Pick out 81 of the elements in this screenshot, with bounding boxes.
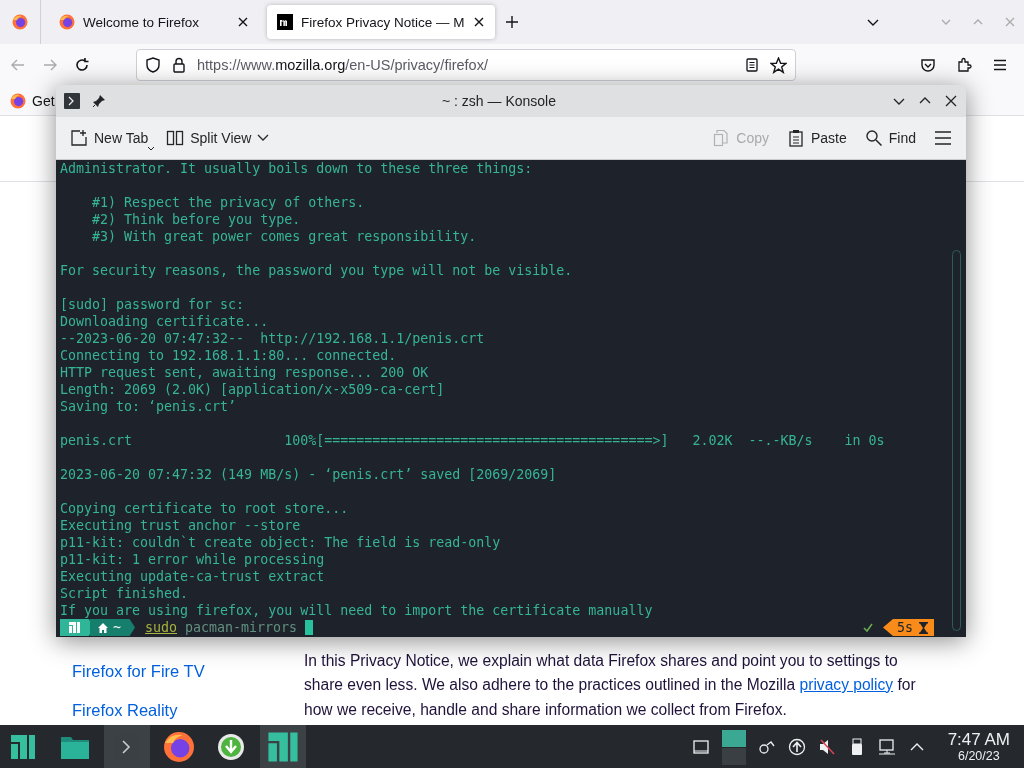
new-tab-icon: [70, 129, 88, 147]
firefox-icon: [10, 92, 26, 109]
hourglass-icon: [919, 621, 928, 634]
terminal-line: HTTP request sent, awaiting response... 200 OK: [60, 364, 430, 381]
terminal-line: Copying certificate to root store...: [60, 500, 350, 517]
lock-icon[interactable]: [171, 57, 187, 73]
bookmark-link[interactable]: Get: [32, 92, 55, 109]
find-button[interactable]: Find: [858, 125, 922, 151]
privacy-policy-link[interactable]: privacy policy: [799, 676, 894, 693]
command-text: sudo: [145, 619, 178, 636]
terminal-line: Saving to: ‘penis.crt’: [60, 398, 238, 415]
clock-time[interactable]: 7:47 AM: [947, 730, 1010, 749]
close-icon[interactable]: [237, 16, 249, 28]
terminal-line: Length: 2069 (2.0K) [application/x-x509-ca-cert]: [60, 381, 446, 398]
terminal-line: Executing trust anchor --store: [60, 517, 302, 534]
menu-icon[interactable]: [992, 57, 1008, 73]
logo-icon[interactable]: [9, 732, 37, 761]
terminal-line: Script finished.: [60, 585, 190, 602]
muted-speaker-icon[interactable]: [817, 737, 836, 756]
terminal-line: 2023-06-20 07:47:32 (149 MB/s) - ‘penis.crt’ saved [2069/2069]: [60, 466, 558, 483]
terminal-line: #3) With great power comes great responsibility.: [91, 228, 478, 245]
pocket-icon[interactable]: [920, 57, 936, 73]
terminal-line: p11-kit: 1 error while processing: [60, 551, 326, 568]
tile-icon[interactable]: [721, 727, 746, 766]
terminal-line: Downloading certificate...: [60, 313, 270, 330]
firefox-icon: [12, 14, 28, 30]
privacy-paragraph: In this Privacy Notice, we explain what data Firefox shares and point you to settings to share even less. We also adhere to the practices outlined in the Mozilla privacy policy for how we receive, handle and share information we collect from Firefox.: [304, 650, 917, 720]
pin-icon[interactable]: [92, 94, 106, 108]
shield-icon[interactable]: [145, 57, 161, 73]
firefox-icon[interactable]: [163, 730, 195, 763]
window-title: ~ : zsh — Konsole: [441, 93, 557, 109]
firefox-icon: [59, 14, 75, 30]
copy-icon: [712, 129, 731, 147]
sidebar-link[interactable]: Firefox for Fire TV: [72, 659, 304, 683]
check-icon: [863, 622, 873, 633]
terminal-line: #2) Think before you type.: [91, 211, 302, 228]
split-view-icon: [166, 129, 185, 147]
search-icon: [864, 129, 883, 147]
url-field[interactable]: https://www.mozilla.org/en-US/privacy/firefox/: [136, 49, 796, 81]
close-icon[interactable]: [944, 94, 958, 108]
logo-icon: [68, 622, 80, 633]
browser-tab[interactable]: Firefox Privacy Notice — M: [267, 5, 495, 39]
prompt-path: ~: [113, 619, 121, 636]
terminal-line: penis.crt 100%[=========================================>] 2.02K --.-KB/s in 0s: [60, 432, 886, 449]
chevron-down-icon: [257, 134, 270, 142]
url-text: https://www.mozilla.org/en-US/privacy/firefox/: [197, 57, 489, 73]
command-args: pacman-mirrors: [185, 619, 298, 636]
reload-icon[interactable]: [74, 57, 90, 73]
terminal-line: Executing update-ca-trust extract: [60, 568, 326, 585]
reader-view-icon[interactable]: [744, 57, 760, 73]
update-icon[interactable]: [787, 737, 806, 756]
terminal-line: [sudo] password for sc:: [60, 296, 246, 313]
terminal-line: #1) Respect the privacy of others.: [91, 194, 366, 211]
terminal-icon: [64, 93, 80, 109]
home-icon: [98, 622, 108, 633]
clipboard-icon: [786, 129, 805, 147]
terminal-line: p11-kit: couldn`t create object: The field is read-only: [60, 534, 502, 551]
window-icon[interactable]: [691, 737, 710, 756]
terminal-line: For security reasons, the password you type will not be visible.: [60, 262, 574, 279]
new-tab-icon[interactable]: [504, 15, 519, 29]
logo-icon[interactable]: [266, 729, 300, 764]
site-icon: [277, 14, 293, 30]
menu-icon[interactable]: [934, 130, 952, 146]
caret-icon: [148, 147, 155, 151]
terminal-line: --2023-06-20 07:47:32-- http://192.168.1.1/penis.crt: [60, 330, 486, 347]
terminal-line: Connecting to 192.168.1.1:80... connected.: [60, 347, 398, 364]
browser-tab[interactable]: Welcome to Firefox: [49, 5, 259, 39]
paste-button[interactable]: Paste: [780, 125, 853, 151]
terminal-line: Administrator. It usually boils down to these three things:: [60, 160, 534, 177]
download-icon[interactable]: [217, 732, 245, 761]
text-cursor: [305, 620, 314, 635]
new-tab-button[interactable]: New Tab: [64, 125, 155, 151]
terminal-line: If you are using firefox, you will need to import the certificate manually: [60, 602, 654, 619]
clock-date[interactable]: 6/20/23: [957, 749, 1000, 763]
split-button[interactable]: Split View: [160, 125, 276, 151]
sidebar-link[interactable]: Firefox Reality: [72, 698, 304, 722]
monitor-icon[interactable]: [877, 737, 896, 756]
star-icon[interactable]: [770, 56, 787, 74]
close-icon[interactable]: [472, 16, 485, 28]
elapsed-badge: 5s: [883, 619, 934, 636]
puzzle-icon[interactable]: [956, 57, 972, 73]
